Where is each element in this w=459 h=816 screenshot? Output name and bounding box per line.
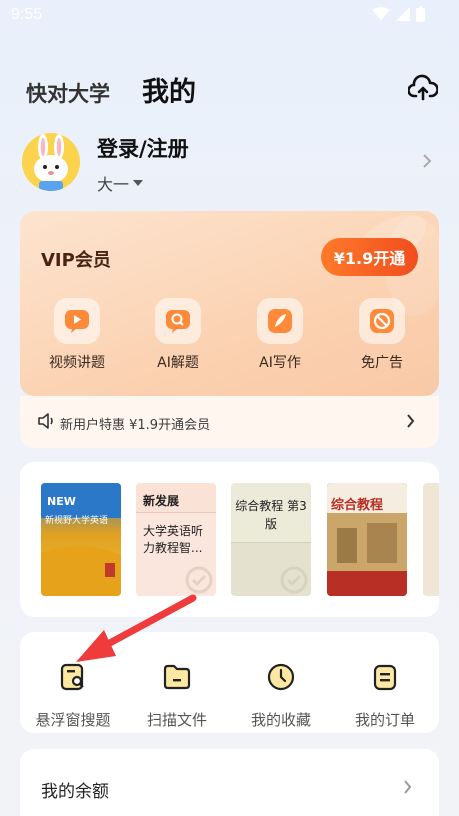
book-cover[interactable]: 综合教程 — [327, 483, 407, 596]
vip-title: VIP会员 — [41, 250, 111, 271]
feature-label: 视频讲题 — [49, 355, 105, 371]
feature-label: 免广告 — [361, 355, 403, 371]
tab-kuaidui-university[interactable]: 快对大学 — [26, 78, 110, 108]
signal-icon — [396, 7, 410, 21]
tools-card: 悬浮窗搜题 扫描文件 我的收藏 我的订单 — [20, 632, 439, 733]
book-cover[interactable]: NEW 新视野大学英语 — [41, 483, 121, 596]
folder-icon — [163, 664, 191, 690]
chevron-right-icon — [423, 154, 432, 168]
status-bar: 9:55 — [0, 0, 459, 32]
book-title: 综合教程 第3版 — [235, 499, 307, 531]
book-cover[interactable]: 综合教程 第3版 — [231, 483, 311, 596]
feature-no-ads[interactable]: 免广告 — [342, 298, 422, 372]
grade-selector[interactable]: 大一 — [97, 171, 144, 195]
battery-icon — [416, 6, 425, 22]
chevron-right-icon — [404, 780, 412, 794]
profile-row[interactable]: 登录/注册 大一 — [22, 133, 442, 195]
check-watermark-icon — [185, 566, 213, 594]
tool-scan-file[interactable]: 扫描文件 — [127, 662, 227, 730]
pen-nib-icon — [268, 309, 292, 333]
speaker-icon — [38, 413, 53, 429]
tab-mine[interactable]: 我的 — [142, 70, 196, 109]
feature-video-explain[interactable]: 视频讲题 — [37, 298, 117, 372]
ai-solve-icon — [166, 310, 190, 333]
feature-label: AI写作 — [259, 355, 301, 371]
tool-label: 我的收藏 — [250, 711, 311, 729]
balance-row[interactable]: 我的余额 — [20, 749, 439, 816]
chevron-right-icon — [407, 414, 415, 428]
no-ads-icon — [370, 309, 394, 333]
feature-ai-write[interactable]: AI写作 — [240, 298, 320, 372]
books-shelf: NEW 新视野大学英语 新发展 大学英语听力教程智... 综合教程 第3版 综合… — [20, 462, 439, 617]
svg-text:综合教程: 综合教程 — [331, 497, 383, 513]
wifi-icon — [372, 7, 390, 20]
feature-ai-solve[interactable]: AI解题 — [138, 298, 218, 372]
book-title: 新发展 — [143, 494, 180, 508]
grade-label: 大一 — [97, 175, 130, 194]
tool-favorites[interactable]: 我的收藏 — [231, 662, 331, 730]
caret-down-icon — [133, 180, 144, 186]
book-cover[interactable]: 新发展 大学英语听力教程智... — [136, 483, 216, 596]
order-icon — [373, 664, 397, 691]
tool-floating-search[interactable]: 悬浮窗搜题 — [23, 662, 123, 730]
svg-text:NEW: NEW — [47, 495, 76, 508]
floating-window-search-icon — [60, 663, 84, 691]
tool-orders[interactable]: 我的订单 — [335, 662, 435, 730]
video-icon — [65, 310, 89, 333]
avatar[interactable] — [22, 133, 80, 191]
balance-label: 我的余额 — [41, 782, 109, 802]
feature-label: AI解题 — [157, 355, 199, 371]
check-watermark-icon — [280, 566, 308, 594]
status-icons — [372, 6, 425, 22]
vip-card: VIP会员 ¥1.9开通 视频讲题 AI解题 AI写作 免广告 — [20, 211, 439, 396]
book-cover[interactable] — [423, 483, 439, 596]
svg-text:新视野大学英语: 新视野大学英语 — [45, 514, 108, 526]
status-time: 9:55 — [11, 6, 43, 23]
tool-label: 我的订单 — [354, 711, 415, 729]
tool-label: 悬浮窗搜题 — [35, 711, 111, 729]
clock-icon — [267, 663, 295, 691]
vip-open-button[interactable]: ¥1.9开通 — [321, 238, 418, 276]
promo-text: 新用户特惠 ¥1.9开通会员 — [60, 418, 211, 433]
book-subtitle: 大学英语听力教程智... — [143, 524, 204, 555]
top-tabs: 快对大学 我的 — [26, 70, 196, 109]
login-register-link[interactable]: 登录/注册 — [97, 133, 189, 163]
tool-label: 扫描文件 — [146, 711, 207, 729]
promo-banner[interactable]: 新用户特惠 ¥1.9开通会员 — [20, 396, 439, 448]
cloud-upload-icon[interactable] — [408, 74, 438, 102]
